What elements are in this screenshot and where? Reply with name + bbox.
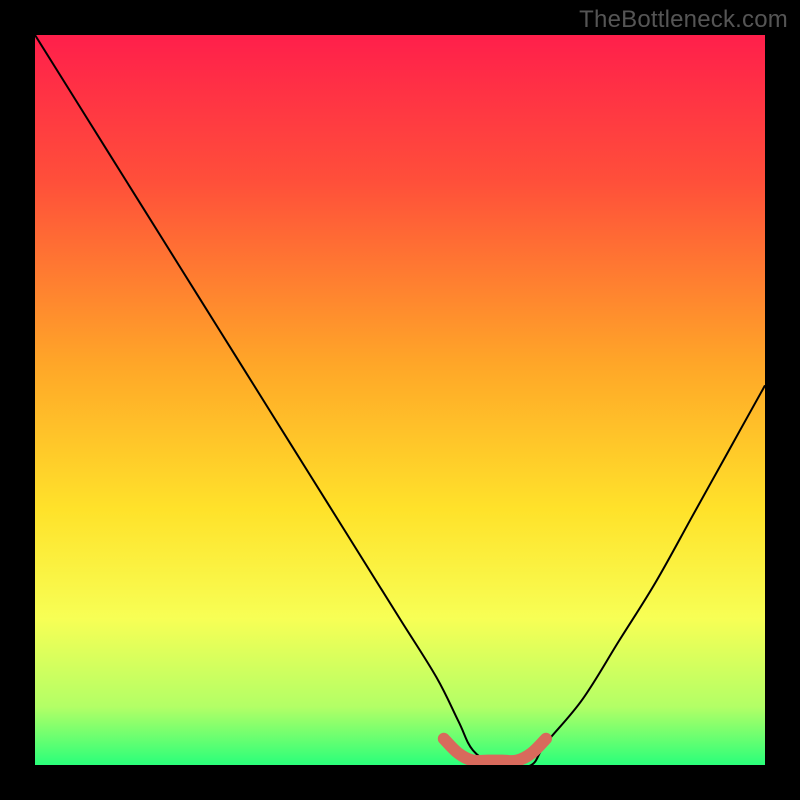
bottleneck-chart xyxy=(35,35,765,765)
chart-frame xyxy=(35,35,765,765)
watermark-label: TheBottleneck.com xyxy=(579,6,788,34)
gradient-background xyxy=(35,35,765,765)
